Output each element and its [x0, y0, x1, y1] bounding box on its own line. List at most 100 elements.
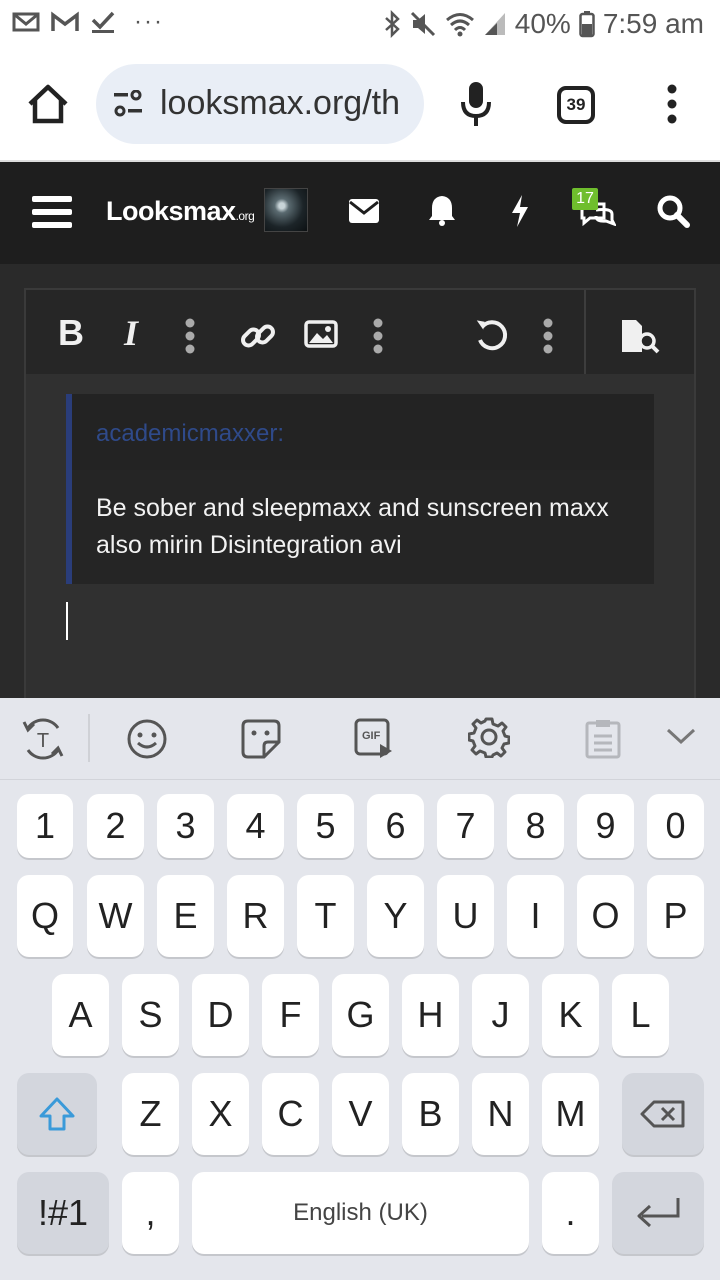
hamburger-menu-icon[interactable]	[32, 194, 72, 230]
key-j[interactable]: J	[472, 974, 529, 1056]
italic-button[interactable]: I	[124, 312, 138, 354]
browser-toolbar: looksmax.org/th 39	[0, 50, 720, 162]
key-a[interactable]: A	[52, 974, 109, 1056]
status-bar: ··· 40% 7:59 am	[0, 0, 720, 50]
enter-key[interactable]	[612, 1172, 704, 1254]
site-logo[interactable]: Looksmax.org	[106, 196, 255, 227]
key-n[interactable]: N	[472, 1073, 529, 1155]
keyboard-toolbar-divider	[88, 714, 90, 762]
key-m[interactable]: M	[542, 1073, 599, 1155]
reply-editor: B I academicmaxxer: Be sober and sleepma…	[24, 288, 696, 708]
key-w[interactable]: W	[87, 875, 144, 957]
more-options-icon[interactable]	[542, 318, 554, 354]
key-7[interactable]: 7	[437, 794, 494, 858]
keyboard-settings-icon[interactable]	[468, 716, 510, 758]
sticker-icon[interactable]	[240, 718, 282, 760]
inbox-icon[interactable]	[348, 198, 380, 224]
browser-menu-icon[interactable]	[662, 84, 682, 124]
home-icon[interactable]	[26, 82, 70, 126]
battery-percentage: 40%	[514, 8, 571, 39]
key-k[interactable]: K	[542, 974, 599, 1056]
backspace-key[interactable]	[622, 1073, 704, 1155]
quote-text: Be sober and sleepmaxx and sunscreen max…	[96, 494, 609, 559]
key-2[interactable]: 2	[87, 794, 144, 858]
insert-link-icon[interactable]	[240, 318, 276, 354]
preview-icon[interactable]	[620, 318, 660, 354]
key-e[interactable]: E	[157, 875, 214, 957]
tab-switcher-button[interactable]: 39	[557, 86, 595, 124]
key-l[interactable]: L	[612, 974, 669, 1056]
key-q[interactable]: Q	[17, 875, 73, 957]
key-u[interactable]: U	[437, 875, 494, 957]
key-b[interactable]: B	[402, 1073, 459, 1155]
key-x[interactable]: X	[192, 1073, 249, 1155]
key-o[interactable]: O	[577, 875, 634, 957]
collapse-keyboard-icon[interactable]	[666, 726, 696, 746]
microphone-icon[interactable]	[460, 80, 492, 128]
key-p[interactable]: P	[647, 875, 704, 957]
key-6[interactable]: 6	[367, 794, 424, 858]
checkmark-notification-icon	[91, 11, 115, 33]
wifi-icon	[445, 13, 474, 37]
key-9[interactable]: 9	[577, 794, 634, 858]
comma-key[interactable]: ,	[122, 1172, 179, 1254]
key-s[interactable]: S	[122, 974, 179, 1056]
text-cursor	[66, 602, 68, 640]
more-insert-options-icon[interactable]	[372, 318, 384, 354]
backspace-icon	[640, 1100, 685, 1128]
logo-text: Looksmax	[106, 196, 236, 226]
key-0[interactable]: 0	[647, 794, 704, 858]
user-avatar[interactable]	[264, 188, 308, 232]
address-bar[interactable]: looksmax.org/th	[96, 64, 424, 144]
clipboard-icon[interactable]	[584, 718, 622, 760]
key-v[interactable]: V	[332, 1073, 389, 1155]
text-mode-icon[interactable]: T	[20, 716, 66, 762]
key-c[interactable]: C	[262, 1073, 319, 1155]
keyboard-toolbar: T GIF	[0, 698, 720, 780]
clock: 7:59 am	[602, 8, 704, 39]
key-g[interactable]: G	[332, 974, 389, 1056]
key-i[interactable]: I	[507, 875, 564, 957]
more-notifications-indicator: ···	[134, 8, 164, 35]
site-settings-icon[interactable]	[112, 90, 144, 118]
more-text-options-icon[interactable]	[184, 318, 196, 354]
emoji-icon[interactable]	[126, 718, 168, 760]
undo-icon[interactable]	[474, 318, 510, 354]
quote-block: academicmaxxer: Be sober and sleepmaxx a…	[66, 394, 654, 584]
shift-key[interactable]	[17, 1073, 97, 1155]
email-notification-icon	[12, 12, 40, 32]
search-icon[interactable]	[656, 194, 690, 228]
url-text[interactable]: looksmax.org/th	[160, 84, 400, 123]
symbols-key[interactable]: !#1	[17, 1172, 109, 1254]
key-1[interactable]: 1	[17, 794, 73, 858]
quote-author[interactable]: academicmaxxer:	[96, 420, 284, 448]
key-3[interactable]: 3	[157, 794, 214, 858]
key-5[interactable]: 5	[297, 794, 354, 858]
notifications-bell-icon[interactable]	[428, 194, 456, 226]
key-h[interactable]: H	[402, 974, 459, 1056]
insert-image-icon[interactable]	[304, 320, 338, 348]
key-4[interactable]: 4	[227, 794, 284, 858]
shift-arrow-icon	[39, 1097, 75, 1131]
editor-toolbar: B I	[26, 290, 694, 374]
battery-icon	[579, 11, 595, 38]
enter-icon	[637, 1198, 680, 1228]
key-t[interactable]: T	[297, 875, 354, 957]
svg-text:T: T	[37, 730, 49, 752]
key-z[interactable]: Z	[122, 1073, 179, 1155]
key-r[interactable]: R	[227, 875, 284, 957]
signal-icon	[484, 13, 505, 35]
gif-icon[interactable]: GIF	[354, 718, 394, 758]
space-key[interactable]: English (UK)	[192, 1172, 529, 1254]
mute-icon	[410, 11, 435, 37]
key-f[interactable]: F	[262, 974, 319, 1056]
key-8[interactable]: 8	[507, 794, 564, 858]
period-key[interactable]: .	[542, 1172, 599, 1254]
bold-button[interactable]: B	[58, 312, 84, 354]
bluetooth-icon	[384, 10, 400, 38]
key-d[interactable]: D	[192, 974, 249, 1056]
logo-suffix: .org	[235, 209, 255, 223]
on-screen-keyboard: T GIF 1 2 3 4 5 6 7 8 9 0 Q W E R T Y U …	[0, 698, 720, 1280]
key-y[interactable]: Y	[367, 875, 424, 957]
whats-new-lightning-icon[interactable]	[510, 194, 530, 228]
